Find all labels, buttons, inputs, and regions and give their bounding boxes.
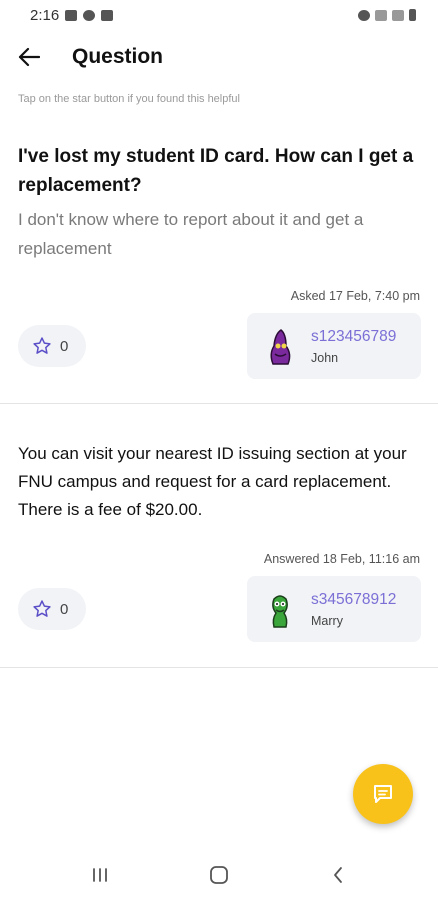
back-button[interactable] (16, 44, 42, 70)
arrow-left-icon (18, 47, 40, 67)
avatar (263, 323, 297, 369)
system-back-button[interactable] (318, 855, 358, 895)
answer-body: You can visit your nearest ID issuing se… (18, 444, 407, 519)
status-left: 2:16 (30, 6, 114, 24)
status-bar: 2:16 (0, 0, 438, 30)
star-icon (33, 337, 51, 354)
app-bar: Question (0, 30, 438, 84)
answer-author-name: Marry (311, 613, 343, 628)
app-notification-icon (83, 9, 96, 21)
answer-timestamp: Answered 18 Feb, 11:16 am (263, 552, 420, 566)
star-icon (33, 600, 51, 617)
system-nav-bar (0, 850, 438, 900)
answer-author-info: s345678912 Marry (311, 591, 396, 628)
green-monster-avatar-icon (272, 595, 288, 628)
question-body: I don't know where to report about it an… (18, 210, 364, 258)
question-author-name: John (311, 350, 339, 365)
chevron-left-icon (334, 867, 343, 883)
question-star-button[interactable]: 0 (18, 325, 86, 367)
question-author-card[interactable]: s123456789 John (247, 313, 421, 379)
recent-apps-button[interactable] (80, 855, 120, 895)
answer-author-id: s345678912 (311, 590, 397, 608)
gallery-notification-icon (65, 9, 78, 21)
status-right (358, 9, 416, 21)
answer-author-card[interactable]: s345678912 Marry (247, 576, 421, 642)
wifi-icon (375, 9, 387, 21)
answer-star-count: 0 (60, 600, 69, 618)
reply-fab-button[interactable] (353, 764, 413, 824)
alarm-icon (358, 9, 370, 21)
divider (0, 403, 438, 404)
signal-icon (392, 9, 404, 21)
home-icon (210, 866, 228, 884)
home-button[interactable] (199, 855, 239, 895)
helpful-hint: Tap on the star button if you found this… (18, 93, 240, 105)
divider (0, 667, 438, 668)
status-time: 2:16 (30, 6, 60, 24)
question-timestamp: Asked 17 Feb, 7:40 pm (290, 289, 420, 303)
recents-icon (92, 868, 107, 882)
question-star-count: 0 (60, 337, 69, 355)
purple-monster-avatar-icon (270, 329, 291, 365)
question-author-id: s123456789 (311, 327, 397, 345)
answer-star-button[interactable]: 0 (18, 588, 86, 630)
page-title: Question (72, 45, 164, 68)
message-notification-icon (101, 9, 114, 21)
battery-icon (409, 9, 416, 21)
question-author-info: s123456789 John (311, 328, 396, 365)
avatar (263, 586, 297, 632)
question-title: I've lost my student ID card. How can I … (18, 146, 414, 196)
message-icon (374, 785, 392, 803)
